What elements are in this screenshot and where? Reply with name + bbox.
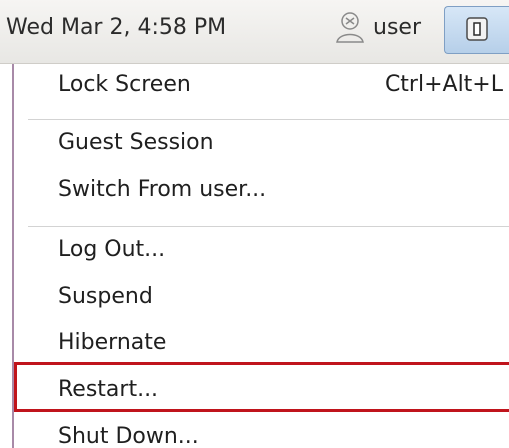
top-panel: Wed Mar 2, 4:58 PM user bbox=[0, 0, 509, 64]
menu-separator bbox=[28, 119, 509, 121]
lock-screen-shortcut: Ctrl+Alt+L bbox=[384, 72, 503, 97]
user-name-label[interactable]: user bbox=[373, 15, 421, 40]
menu-item-log-out[interactable]: Log Out... bbox=[58, 237, 165, 262]
power-icon bbox=[466, 17, 488, 41]
screen: Wed Mar 2, 4:58 PM user Lock Screen Ctrl… bbox=[0, 0, 509, 448]
session-menu-button[interactable] bbox=[444, 6, 509, 54]
restart-highlight-box bbox=[14, 362, 509, 412]
menu-separator bbox=[28, 226, 509, 228]
menu-item-guest-session[interactable]: Guest Session bbox=[58, 130, 214, 155]
menu-item-switch-user[interactable]: Switch From user... bbox=[58, 177, 266, 202]
clock-indicator[interactable]: Wed Mar 2, 4:58 PM bbox=[6, 15, 226, 40]
menu-item-shut-down[interactable]: Shut Down... bbox=[58, 424, 199, 448]
user-icon[interactable] bbox=[333, 10, 367, 44]
menu-item-suspend[interactable]: Suspend bbox=[58, 284, 153, 309]
menu-item-lock-screen[interactable]: Lock Screen bbox=[58, 72, 191, 97]
menu-item-hibernate[interactable]: Hibernate bbox=[58, 330, 166, 355]
